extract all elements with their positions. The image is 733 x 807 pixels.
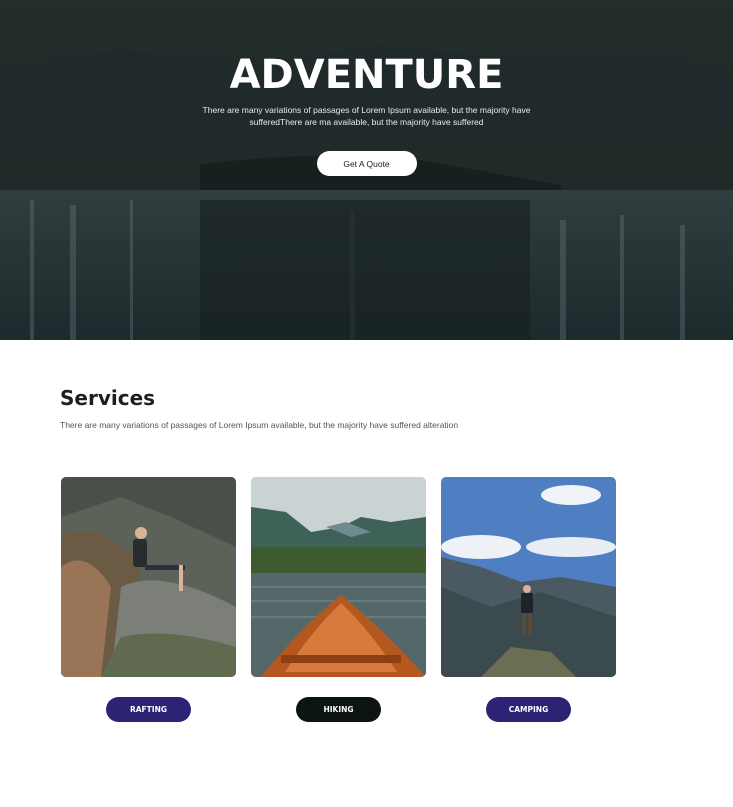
hero-title: ADVENTURE bbox=[229, 52, 504, 98]
hiker-on-rock-image bbox=[61, 477, 236, 677]
services-title: Services bbox=[60, 386, 156, 410]
rafting-button[interactable]: RAFTING bbox=[106, 697, 191, 722]
rafting-card-image[interactable] bbox=[61, 477, 236, 677]
services-description: There are many variations of passages of… bbox=[60, 420, 459, 430]
hero-content: ADVENTURE There are many variations of p… bbox=[0, 0, 733, 340]
hero-section: ADVENTURE There are many variations of p… bbox=[0, 0, 733, 340]
get-a-quote-button[interactable]: Get A Quote bbox=[316, 151, 417, 176]
hiking-card-image[interactable] bbox=[251, 477, 426, 677]
camping-button[interactable]: CAMPING bbox=[486, 697, 571, 722]
camping-card-image[interactable] bbox=[441, 477, 616, 677]
boat-on-lake-image bbox=[251, 477, 426, 677]
hero-subtitle: There are many variations of passages of… bbox=[202, 105, 531, 127]
mountain-view-image bbox=[441, 477, 616, 677]
hiking-button[interactable]: HIKING bbox=[296, 697, 381, 722]
